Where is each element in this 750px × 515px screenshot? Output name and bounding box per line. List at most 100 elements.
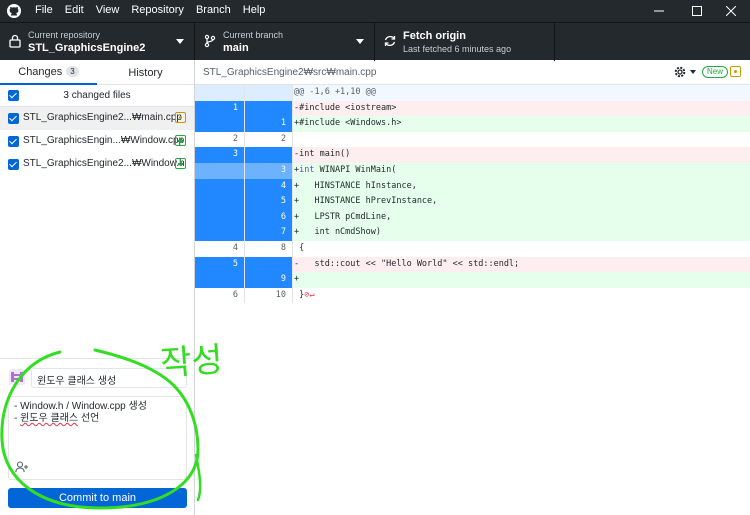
fetch-caption: Last fetched 6 minutes ago bbox=[403, 44, 512, 54]
menu-view[interactable]: View bbox=[96, 4, 120, 16]
diff-code: + bbox=[294, 274, 300, 285]
diff-code bbox=[294, 132, 299, 148]
diff-line-context: 2 2 bbox=[195, 131, 750, 148]
chevron-down-icon bbox=[176, 39, 184, 44]
file-checkbox[interactable] bbox=[8, 136, 19, 147]
sidebar-tabs: Changes 3 History bbox=[0, 60, 194, 85]
new-line-number bbox=[244, 85, 293, 101]
diff-line-added[interactable]: 7 + int nCmdShow) bbox=[195, 225, 750, 241]
fetch-label: Fetch origin bbox=[403, 30, 466, 42]
modified-icon bbox=[175, 112, 186, 123]
file-name: STL_GraphicsEngine2...₩main.cpp bbox=[23, 112, 182, 123]
file-list-item[interactable]: STL_GraphicsEngine2...₩Window.h bbox=[0, 153, 194, 176]
commit-description-input[interactable]: - Window.h / Window.cpp 생성 - 윈도우 클래스 선언 bbox=[8, 396, 187, 480]
old-line-number[interactable]: 1 bbox=[195, 100, 244, 117]
diff-code: + HINSTANCE hInstance, bbox=[294, 180, 417, 191]
diff-line-context: 6 10 }⊘↵ bbox=[195, 287, 750, 304]
diff-line-added[interactable]: 6 + LPSTR pCmdLine, bbox=[195, 209, 750, 226]
file-list-item[interactable]: STL_GraphicsEngine2...₩main.cpp bbox=[0, 107, 194, 130]
diff-code: +#include <Windows.h> bbox=[294, 118, 402, 129]
diff-code: { bbox=[294, 243, 305, 253]
new-line-number[interactable]: 4 bbox=[244, 178, 293, 195]
old-line-number[interactable] bbox=[195, 163, 244, 179]
new-line-number[interactable] bbox=[244, 100, 293, 117]
fetch-origin-button[interactable]: Fetch origin Last fetched 6 minutes ago bbox=[375, 23, 555, 61]
branch-name: main bbox=[223, 42, 249, 54]
gear-icon[interactable] bbox=[673, 65, 687, 79]
diff-code: }⊘↵ bbox=[294, 288, 314, 304]
repository-caption: Current repository bbox=[28, 30, 101, 40]
new-line-number[interactable] bbox=[244, 147, 293, 163]
title-bar: File Edit View Repository Branch Help bbox=[0, 0, 750, 22]
menu-branch[interactable]: Branch bbox=[196, 4, 231, 16]
repository-icon bbox=[9, 34, 21, 48]
tab-changes[interactable]: Changes 3 bbox=[0, 60, 97, 85]
tab-history-label: History bbox=[128, 66, 163, 79]
new-line-number[interactable]: 6 bbox=[244, 209, 293, 226]
maximize-button[interactable] bbox=[678, 0, 716, 22]
diff-code-text: } bbox=[294, 289, 305, 300]
diff-line-added[interactable]: 5 + HINSTANCE hPrevInstance, bbox=[195, 194, 750, 210]
diff-line-deleted[interactable]: 1 -#include <iostream> bbox=[195, 100, 750, 117]
diff-line-deleted[interactable]: 3 -int main() bbox=[195, 147, 750, 163]
diff-line-added[interactable]: 4 + HINSTANCE hInstance, bbox=[195, 178, 750, 195]
avatar bbox=[9, 369, 25, 385]
menu-repository[interactable]: Repository bbox=[131, 4, 184, 16]
old-line-number[interactable] bbox=[195, 209, 244, 226]
tab-history[interactable]: History bbox=[97, 60, 194, 85]
changes-count-badge: 3 bbox=[66, 66, 79, 77]
menu-file[interactable]: File bbox=[35, 4, 53, 16]
old-line-number[interactable] bbox=[195, 194, 244, 210]
file-checkbox[interactable] bbox=[8, 113, 19, 124]
description-line: - Window.h / Window.cpp 생성 bbox=[14, 401, 147, 412]
old-line-number[interactable]: 3 bbox=[195, 147, 244, 163]
add-coauthor-icon[interactable] bbox=[15, 461, 29, 473]
menu-bar: File Edit View Repository Branch Help bbox=[35, 4, 277, 16]
old-line-number[interactable] bbox=[195, 178, 244, 195]
diff-line-deleted[interactable]: 5 - std::cout << "Hello World" << std::e… bbox=[195, 256, 750, 273]
file-list-item[interactable]: STL_GraphicsEngin...₩Window.cpp bbox=[0, 130, 194, 153]
new-line-number[interactable]: 7 bbox=[244, 225, 293, 241]
repository-name: STL_GraphicsEngine2 bbox=[28, 42, 146, 54]
new-line-number[interactable] bbox=[244, 256, 293, 273]
current-repository-button[interactable]: Current repository STL_GraphicsEngine2 bbox=[0, 23, 195, 61]
menu-edit[interactable]: Edit bbox=[65, 4, 84, 16]
changed-files-header: 3 changed files bbox=[0, 85, 194, 107]
toolbar: Current repository STL_GraphicsEngine2 C… bbox=[0, 22, 750, 61]
github-desktop-window: File Edit View Repository Branch Help Cu… bbox=[0, 0, 750, 515]
old-line-number[interactable] bbox=[195, 116, 244, 132]
commit-button[interactable]: Commit to main bbox=[8, 488, 187, 508]
minimize-button[interactable] bbox=[640, 0, 678, 22]
maximize-icon bbox=[692, 6, 702, 16]
new-line-number: 10 bbox=[244, 287, 293, 304]
changed-files-count: 3 changed files bbox=[63, 90, 131, 101]
file-name: STL_GraphicsEngine2...₩Window.h bbox=[23, 158, 185, 169]
close-icon bbox=[726, 6, 736, 16]
new-line-number[interactable]: 5 bbox=[244, 194, 293, 210]
branch-caption: Current branch bbox=[223, 30, 284, 40]
diff-pane: STL_GraphicsEngine2₩src₩main.cpp New @@ … bbox=[195, 60, 750, 515]
diff-code: @@ -1,6 +1,10 @@ bbox=[294, 87, 376, 97]
old-line-number: 6 bbox=[232, 289, 238, 300]
description-line: - 윈도우 클래스 선언 bbox=[14, 413, 100, 424]
diff-line-added[interactable]: 9 + bbox=[195, 272, 750, 288]
close-button[interactable] bbox=[712, 0, 750, 22]
old-line-number: 2 bbox=[232, 133, 238, 144]
menu-help[interactable]: Help bbox=[243, 4, 266, 16]
current-branch-button[interactable]: Current branch main bbox=[195, 23, 375, 61]
spellcheck-underlined-text: 윈도우 클래스 bbox=[20, 413, 79, 424]
diff-line-added[interactable]: 3 +int WINAPI WinMain( bbox=[195, 163, 750, 179]
old-line-number[interactable] bbox=[195, 272, 244, 288]
diff-code: - std::cout << "Hello World" << std::end… bbox=[294, 258, 520, 269]
old-line-number[interactable] bbox=[195, 225, 244, 241]
diff-line-added[interactable]: 1 +#include <Windows.h> bbox=[195, 116, 750, 132]
chevron-down-icon[interactable] bbox=[690, 70, 696, 74]
github-icon bbox=[7, 4, 21, 18]
new-line-number[interactable]: 1 bbox=[244, 116, 293, 132]
new-line-number[interactable]: 9 bbox=[244, 272, 293, 288]
modified-icon bbox=[730, 66, 741, 77]
new-line-number[interactable]: 3 bbox=[244, 163, 293, 179]
old-line-number[interactable]: 5 bbox=[195, 256, 244, 273]
annotation-text: 작성 bbox=[158, 339, 225, 385]
file-checkbox[interactable] bbox=[8, 159, 19, 170]
